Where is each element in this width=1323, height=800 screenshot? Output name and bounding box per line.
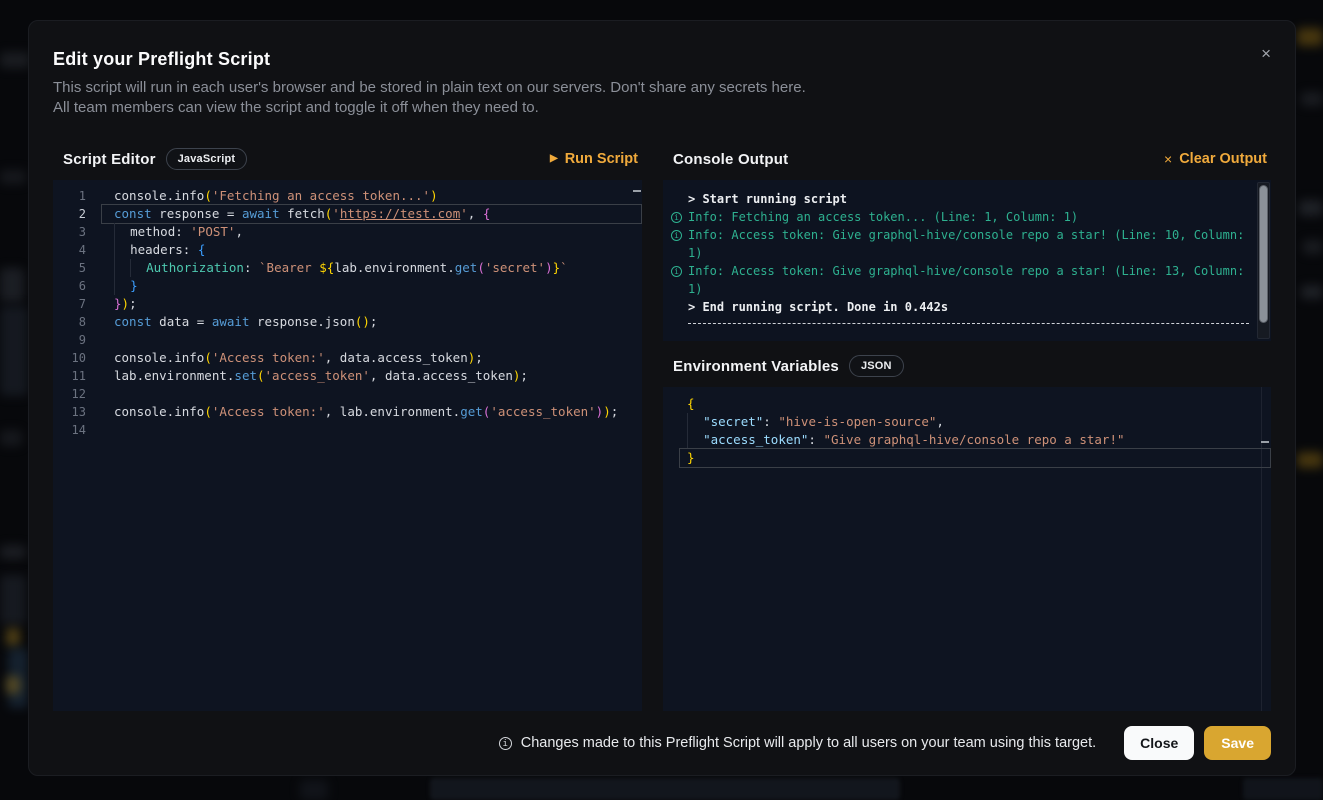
code-line[interactable]: } <box>663 449 1271 467</box>
code-line[interactable]: 11lab.environment.set('access_token', da… <box>53 367 642 385</box>
run-script-label: Run Script <box>565 151 638 167</box>
console-output[interactable]: > Start running scriptiInfo: Fetching an… <box>663 180 1271 341</box>
code-line[interactable]: 5 Authorization: `Bearer ${lab.environme… <box>53 259 642 277</box>
backdrop-blur-shape <box>0 545 26 559</box>
backdrop-blur-shape <box>0 170 26 184</box>
backdrop-blur-shape <box>0 575 26 625</box>
javascript-badge: JavaScript <box>166 148 248 170</box>
backdrop-blur-shape <box>0 52 30 68</box>
preflight-script-modal: × Edit your Preflight Script This script… <box>28 20 1296 776</box>
line-number: 14 <box>53 421 101 439</box>
env-variables-title: Environment Variables <box>673 358 839 375</box>
line-number: 10 <box>53 349 101 367</box>
env-variables-editor[interactable]: { "secret": "hive-is-open-source", "acce… <box>663 387 1271 711</box>
line-number: 3 <box>53 223 101 241</box>
code-line[interactable]: 8const data = await response.json(); <box>53 313 642 331</box>
backdrop-blur-shape <box>1297 452 1323 468</box>
modal-title: Edit your Preflight Script <box>53 49 1271 70</box>
code-line[interactable]: 10console.info('Access token:', data.acc… <box>53 349 642 367</box>
line-number: 6 <box>53 277 101 295</box>
backdrop-blur-shape <box>1303 240 1323 254</box>
footer-note-text: Changes made to this Preflight Script wi… <box>521 735 1096 751</box>
code-line[interactable]: 1console.info('Fetching an access token.… <box>53 187 642 205</box>
backdrop-blur-shape <box>0 268 24 302</box>
play-icon: ▶ <box>550 154 558 164</box>
console-line: iInfo: Access token: Give graphql-hive/c… <box>671 226 1249 262</box>
script-editor-title: Script Editor <box>63 151 156 168</box>
backdrop-blur-shape <box>300 780 328 800</box>
line-number: 4 <box>53 241 101 259</box>
clear-icon: × <box>1164 152 1172 166</box>
modal-description-line2: All team members can view the script and… <box>53 98 1271 118</box>
line-number: 11 <box>53 367 101 385</box>
code-line[interactable]: 12 <box>53 385 642 403</box>
clear-output-button[interactable]: × Clear Output <box>1162 147 1269 171</box>
modal-description: This script will run in each user's brow… <box>53 78 1271 118</box>
line-number: 1 <box>53 187 101 205</box>
backdrop-blur-shape <box>0 306 28 396</box>
line-number: 7 <box>53 295 101 313</box>
script-editor[interactable]: 1console.info('Fetching an access token.… <box>53 180 642 711</box>
code-line[interactable]: 4 headers: { <box>53 241 642 259</box>
info-icon: i <box>671 212 682 223</box>
line-number: 5 <box>53 259 101 277</box>
run-script-button[interactable]: ▶ Run Script <box>548 147 640 171</box>
backdrop-blur-shape <box>430 778 900 800</box>
info-icon: i <box>671 266 682 277</box>
code-line[interactable]: "secret": "hive-is-open-source", <box>663 413 1271 431</box>
backdrop-blur-shape <box>1297 28 1323 46</box>
code-line[interactable]: 6 } <box>53 277 642 295</box>
console-separator <box>688 323 1249 324</box>
code-line[interactable]: 2const response = await fetch('https://t… <box>53 205 642 223</box>
close-icon[interactable]: × <box>1257 41 1275 66</box>
code-line[interactable]: 9 <box>53 331 642 349</box>
console-output-title: Console Output <box>673 151 788 168</box>
console-line: iInfo: Access token: Give graphql-hive/c… <box>671 262 1249 298</box>
code-line[interactable]: 13console.info('Access token:', lab.envi… <box>53 403 642 421</box>
code-line[interactable]: 3 method: 'POST', <box>53 223 642 241</box>
backdrop-blur-shape <box>6 676 20 694</box>
footer-note: i Changes made to this Preflight Script … <box>499 735 1096 751</box>
line-number: 9 <box>53 331 101 349</box>
line-number: 12 <box>53 385 101 403</box>
modal-description-line1: This script will run in each user's brow… <box>53 78 1271 98</box>
code-line[interactable]: { <box>663 395 1271 413</box>
line-number: 2 <box>53 205 101 223</box>
close-button[interactable]: Close <box>1124 726 1194 760</box>
backdrop-blur-shape <box>1301 285 1323 299</box>
line-number: 13 <box>53 403 101 421</box>
console-line: > End running script. Done in 0.442s <box>671 298 1249 316</box>
info-icon: i <box>671 230 682 241</box>
console-scrollbar[interactable] <box>1257 182 1270 339</box>
backdrop-blur-shape <box>1299 200 1323 216</box>
code-line[interactable]: 14 <box>53 421 642 439</box>
line-number: 8 <box>53 313 101 331</box>
console-line: > Start running script <box>671 190 1249 208</box>
code-line[interactable]: "access_token": "Give graphql-hive/conso… <box>663 431 1271 449</box>
json-badge: JSON <box>849 355 904 377</box>
console-line: iInfo: Fetching an access token... (Line… <box>671 208 1249 226</box>
clear-output-label: Clear Output <box>1179 151 1267 167</box>
backdrop-blur-shape <box>6 628 20 646</box>
info-icon: i <box>499 737 512 750</box>
backdrop-blur-shape <box>1301 92 1323 106</box>
code-line[interactable]: 7}); <box>53 295 642 313</box>
console-scrollbar-thumb[interactable] <box>1259 185 1268 323</box>
backdrop-blur-shape <box>0 430 22 446</box>
save-button[interactable]: Save <box>1204 726 1271 760</box>
backdrop-blur-shape <box>1243 778 1323 800</box>
